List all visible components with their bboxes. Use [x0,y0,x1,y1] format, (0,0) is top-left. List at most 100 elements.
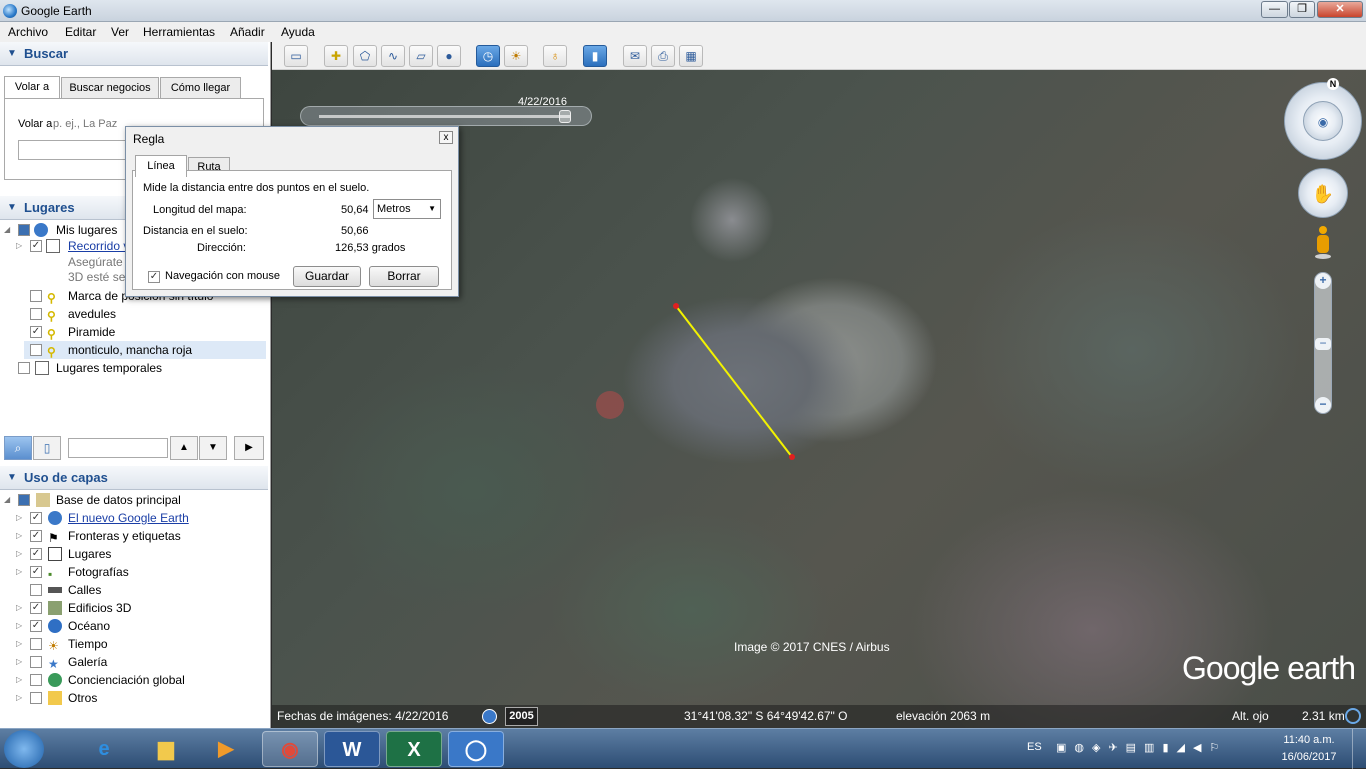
ruler-dialog-title: Regla [133,132,165,146]
ruler-end-point[interactable] [789,454,795,460]
menu-archivo[interactable]: Archivo [8,25,48,39]
layer-label: Base de datos principal [56,493,181,507]
menu-ver[interactable]: Ver [111,25,129,39]
layer-checkbox[interactable]: ✓ [30,566,42,578]
tab-volar-a[interactable]: Volar a [4,76,60,98]
print-icon[interactable]: ⎙ [651,45,675,67]
polygon-icon[interactable]: ⬠ [353,45,377,67]
menu-anadir[interactable]: Añadir [230,25,265,39]
media-player-taskbar-icon[interactable]: ▶ [198,731,254,767]
history-year-badge[interactable]: 2005 [505,707,538,726]
mouse-navigation-checkbox[interactable]: ✓ [148,271,160,283]
move-down-icon[interactable]: ▼ [199,436,227,460]
menu-ayuda[interactable]: Ayuda [281,25,315,39]
north-indicator[interactable]: N [1327,78,1339,90]
place-checkbox[interactable] [30,290,42,302]
gallery-star-icon: ★ [48,657,59,671]
email-icon[interactable]: ✉ [623,45,647,67]
sunlight-icon[interactable]: ☀ [504,45,528,67]
path-icon[interactable]: ∿ [381,45,405,67]
menu-herramientas[interactable]: Herramientas [143,25,215,39]
chrome-taskbar-icon[interactable]: ◉ [262,731,318,767]
layer-checkbox[interactable] [30,584,42,596]
zoom-in-icon[interactable]: + [1315,273,1331,289]
close-button[interactable]: ✕ [1317,1,1363,18]
time-slider-handle[interactable] [559,110,571,123]
layer-label: El nuevo Google Earth [68,511,189,525]
tab-buscar-negocios[interactable]: Buscar negocios [61,77,159,98]
ruler-tab-linea[interactable]: Línea [135,155,187,177]
zoom-out-icon[interactable]: − [1315,397,1331,413]
layer-checkbox[interactable] [30,674,42,686]
maps-icon[interactable]: ▦ [679,45,703,67]
minimize-button[interactable]: — [1261,1,1288,18]
layer-checkbox[interactable]: ✓ [30,530,42,542]
search-places-icon[interactable]: ⌕ [4,436,32,460]
clear-button[interactable]: Borrar [369,266,439,287]
layer-label: Galería [68,655,108,669]
ruler-icon[interactable]: ▮ [583,45,607,67]
tour-icon[interactable]: ● [437,45,461,67]
menu-editar[interactable]: Editar [65,25,96,39]
layer-checkbox[interactable] [30,638,42,650]
place-monticulo[interactable]: ⚲ monticulo, mancha roja [24,341,266,359]
place-label: avedules [68,307,117,321]
google-earth-taskbar-icon[interactable]: ◯ [448,731,504,767]
tab-como-llegar[interactable]: Cómo llegar [160,77,241,98]
start-button[interactable] [4,730,44,768]
ocean-icon [48,619,62,633]
layer-checkbox[interactable]: ✓ [30,548,42,560]
layers-header[interactable]: ▼ Uso de capas [0,466,268,490]
show-desktop-button[interactable] [1352,729,1366,769]
history-icon[interactable]: ◷ [476,45,500,67]
layer-checkbox[interactable]: ✓ [30,602,42,614]
layer-checkbox[interactable]: ✓ [30,620,42,632]
layer-checkbox[interactable] [30,656,42,668]
ie-taskbar-icon[interactable]: e [76,731,132,767]
layer-checkbox[interactable] [30,692,42,704]
language-indicator[interactable]: ES [1027,741,1042,753]
layer-checkbox[interactable]: ✓ [30,512,42,524]
sidebar-icon[interactable]: ▭ [284,45,308,67]
time-slider[interactable] [300,106,592,126]
search-header[interactable]: ▼ Buscar [0,42,268,66]
unit-select[interactable]: Metros ▼ [373,199,441,219]
elevation: elevación 2063 m [896,709,991,723]
map-length-value: 50,64 [341,204,369,216]
place-checkbox[interactable] [18,362,30,374]
pushpin-icon: ⚲ [47,309,56,323]
chevron-down-icon: ▼ [428,204,436,213]
planets-icon[interactable]: ♁ [543,45,567,67]
clock-date[interactable]: 16/06/2017 [1280,751,1338,763]
expand-right-icon[interactable]: ▶ [234,436,264,460]
places-filter-input[interactable] [68,438,168,458]
place-checkbox[interactable]: ✓ [30,240,42,252]
system-tray-icons[interactable]: ▣◍◈✈▤▥▮◢◀⚐ [1056,741,1227,754]
zoom-slider[interactable]: + − − [1314,272,1332,414]
streaming-status-icon [1345,708,1361,724]
pan-hand-icon[interactable]: ✋ [1298,168,1348,218]
word-taskbar-icon[interactable]: W [324,731,380,767]
eye-icon[interactable]: ◉ [1303,101,1343,141]
ruler-start-point[interactable] [673,303,679,309]
globe-icon [34,223,48,237]
place-checkbox[interactable] [30,308,42,320]
save-button[interactable]: Guardar [293,266,361,287]
history-clock-icon[interactable] [482,709,497,724]
look-control[interactable]: ◉ [1284,82,1362,160]
placemark-icon[interactable]: ✚ [324,45,348,67]
explorer-taskbar-icon[interactable]: ▆ [138,731,194,767]
move-up-icon[interactable]: ▲ [170,436,198,460]
maximize-button[interactable]: ❐ [1289,1,1315,18]
layer-label: Calles [68,583,102,597]
place-checkbox[interactable] [30,344,42,356]
overlay-icon[interactable]: ▱ [409,45,433,67]
zoom-handle[interactable]: − [1315,337,1331,350]
clock-time[interactable]: 11:40 a.m. [1280,734,1338,746]
place-checkbox[interactable]: ✓ [30,326,42,338]
street-view-pegman-icon[interactable] [1315,226,1331,262]
folder-icon [48,691,62,705]
ruler-close-button[interactable]: x [439,131,453,144]
panel-toggle-icon[interactable]: ▯ [33,436,61,460]
excel-taskbar-icon[interactable]: X [386,731,442,767]
